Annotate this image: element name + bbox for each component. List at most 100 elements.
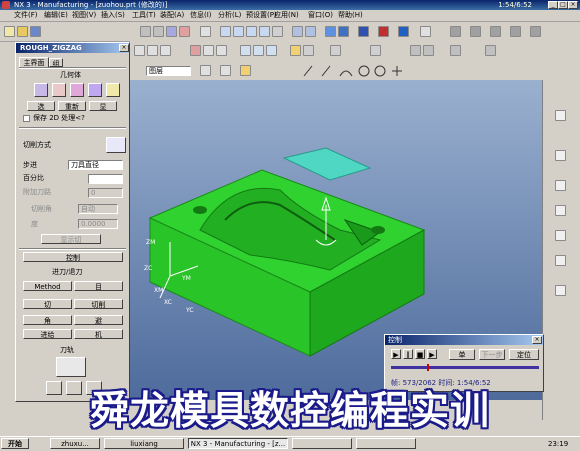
corner-button[interactable]: 角 (23, 315, 72, 325)
stop-icon[interactable]: ■ (415, 349, 425, 359)
extrude-icon[interactable] (253, 45, 264, 56)
roles-icon[interactable] (555, 255, 566, 266)
undo-icon[interactable] (140, 26, 151, 37)
library-icon[interactable] (555, 180, 566, 191)
cut-param-button[interactable]: 切削 (74, 299, 123, 309)
maximize-icon[interactable]: □ (558, 1, 568, 9)
view-icon[interactable] (272, 26, 283, 37)
pattern-icon[interactable] (485, 45, 496, 56)
revolve-icon[interactable] (266, 45, 277, 56)
wireframe-icon[interactable] (338, 26, 349, 37)
display-cut-button[interactable]: 显示切 (41, 234, 101, 244)
hole-icon[interactable] (330, 45, 341, 56)
menu-window[interactable]: 帮助(H) (338, 10, 363, 21)
dialog-close-icon[interactable]: × (119, 44, 129, 52)
sketch-icon[interactable] (134, 45, 145, 56)
menu-insert[interactable]: 插入(S) (101, 10, 125, 21)
cut-angle-select[interactable]: 自动 (78, 204, 118, 214)
trim-icon[interactable] (423, 45, 434, 56)
generate-icon[interactable] (56, 357, 86, 377)
measure-icon[interactable] (450, 26, 461, 37)
task-button[interactable] (356, 438, 416, 449)
part-nav-icon[interactable] (190, 45, 201, 56)
minimize-icon[interactable]: _ (548, 1, 558, 9)
menu-analysis[interactable]: 预设置(P) (246, 10, 277, 21)
rotate-icon[interactable] (259, 26, 270, 37)
menu-view[interactable]: 视图(V) (72, 10, 96, 21)
stepover-select[interactable]: 刀具直径 (68, 160, 123, 170)
zoom-icon[interactable] (233, 26, 244, 37)
palette-icon[interactable] (555, 230, 566, 241)
fit-icon[interactable] (220, 26, 231, 37)
task-button[interactable] (292, 438, 352, 449)
tab-group[interactable]: 组 (49, 58, 63, 67)
datum-icon[interactable] (203, 45, 214, 56)
save-icon[interactable] (30, 26, 41, 37)
method-value-button[interactable]: 目 (74, 281, 123, 291)
shaded-icon[interactable] (325, 26, 336, 37)
feed-button[interactable]: 进给 (23, 329, 72, 339)
nav-icon[interactable] (555, 110, 566, 121)
tab-main[interactable]: 主界面 (19, 57, 49, 67)
chamfer-icon[interactable] (303, 45, 314, 56)
menu-application[interactable]: 窗口(O) (308, 10, 333, 21)
menu-assembly[interactable]: 信息(I) (190, 10, 212, 21)
control-close-icon[interactable]: × (532, 336, 542, 344)
open-icon[interactable] (17, 26, 28, 37)
cube-icon[interactable] (358, 26, 369, 37)
progress-track[interactable] (391, 366, 539, 369)
locate-button[interactable]: 定位 (509, 349, 539, 360)
blend-icon[interactable] (290, 45, 301, 56)
close-icon[interactable]: × (568, 1, 578, 9)
part-geometry-icon[interactable] (34, 83, 48, 97)
select-icon[interactable] (200, 65, 211, 76)
shell-icon[interactable] (410, 45, 421, 56)
menu-preferences[interactable]: 应用(N) (274, 10, 299, 21)
select-button[interactable]: 选 (27, 101, 55, 111)
filter-icon[interactable] (220, 65, 231, 76)
tool-icon[interactable] (490, 26, 501, 37)
machine-button[interactable]: 机 (74, 329, 123, 339)
menu-file[interactable]: 文件(F) (14, 10, 38, 21)
redo-icon[interactable] (153, 26, 164, 37)
task-button[interactable]: zhuxu... (50, 438, 100, 449)
task-button[interactable]: liuxiang (104, 438, 184, 449)
reselect-button[interactable]: 重新 (58, 101, 86, 111)
blank-geometry-icon[interactable] (52, 83, 66, 97)
start-button[interactable]: 开始 (1, 438, 29, 449)
history-icon[interactable] (555, 150, 566, 161)
cut-button[interactable]: 切 (23, 299, 72, 309)
menu-tools[interactable]: 装配(A) (160, 10, 184, 21)
menu-info[interactable]: 分析(L) (218, 10, 241, 21)
cut-area-icon[interactable] (106, 83, 120, 97)
web-icon[interactable] (555, 205, 566, 216)
menu-edit[interactable]: 编辑(E) (44, 10, 68, 21)
csys-icon[interactable] (216, 45, 227, 56)
method-button[interactable]: Method (23, 281, 72, 291)
percent-field[interactable] (88, 174, 123, 184)
degree-field[interactable]: 0.0000 (78, 219, 118, 229)
next-button[interactable]: 下一步 (479, 349, 505, 360)
display-button[interactable]: 显 (89, 101, 117, 111)
step-button[interactable]: 单 (449, 349, 475, 360)
extra-passes-field[interactable]: 0 (88, 188, 123, 198)
feature-icon[interactable] (240, 45, 251, 56)
play-icon[interactable]: ▶ (391, 349, 401, 359)
cut-icon[interactable] (166, 26, 177, 37)
avoid-button[interactable]: 避 (74, 315, 123, 325)
keep-2d-checkbox[interactable] (23, 115, 30, 122)
menu-format[interactable]: 工具(T) (132, 10, 156, 21)
line-icon[interactable] (160, 45, 171, 56)
pan-icon[interactable] (246, 26, 257, 37)
point-icon[interactable] (147, 45, 158, 56)
mirror-icon[interactable] (450, 45, 461, 56)
snap-icon[interactable] (240, 65, 251, 76)
program-icon[interactable] (530, 26, 541, 37)
step-icon[interactable]: ▶ (427, 349, 437, 359)
render-icon[interactable] (378, 26, 389, 37)
task-button-active[interactable]: NX 3 - Manufacturing - [z... (188, 438, 288, 449)
paste-icon[interactable] (200, 26, 211, 37)
layer-combo[interactable]: 图层 (146, 66, 191, 76)
iso-view-icon[interactable] (305, 26, 316, 37)
new-icon[interactable] (4, 26, 15, 37)
